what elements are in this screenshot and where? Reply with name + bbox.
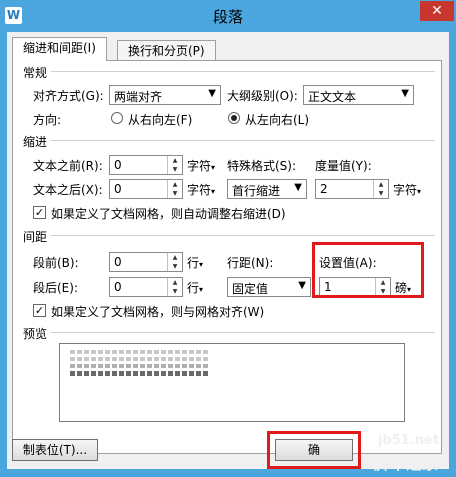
special-format-label: 特殊格式(S): [227, 159, 297, 173]
chevron-down-icon: ▼ [298, 280, 306, 291]
divider [49, 140, 435, 141]
indent-before-input[interactable]: 0 ▲ ▼ [109, 155, 183, 175]
section-general-title: 常规 [23, 64, 52, 81]
indent-after-label: 文本之后(X): [33, 183, 103, 197]
watermark-text: 脚本之家 [374, 454, 439, 473]
measure-label: 度量值(Y): [315, 159, 372, 173]
chevron-down-icon: ▾ [211, 163, 216, 172]
snap-to-grid-checkbox[interactable]: ✓ [33, 304, 46, 317]
spacing-after-label: 段后(E): [33, 281, 78, 295]
indent-before-unit[interactable]: 字符▾ [187, 157, 215, 174]
watermark-site: jb51.net [378, 433, 440, 448]
preview-line [70, 357, 210, 361]
alignment-select[interactable]: 两端对齐 ▼ [109, 85, 221, 105]
preview-area [59, 343, 405, 422]
direction-label: 方向: [33, 113, 62, 127]
tab-stops-button[interactable]: 制表位(T)... [12, 439, 98, 461]
spacing-after-input[interactable]: 0 ▲ ▼ [109, 277, 183, 297]
indent-before-unit-text: 字符 [187, 159, 212, 173]
spacing-before-label: 段前(B): [33, 256, 79, 270]
line-spacing-label: 行距(N): [227, 256, 274, 270]
outline-level-value: 正文文本 [308, 90, 357, 104]
special-format-select[interactable]: 首行缩进 ▼ [227, 179, 307, 199]
spacing-before-unit-text: 行 [187, 256, 200, 270]
divider [49, 235, 435, 236]
special-format-value: 首行缩进 [232, 184, 281, 198]
spinner-arrows-icon[interactable]: ▲ ▼ [167, 180, 182, 198]
line-spacing-select[interactable]: 固定值 ▼ [227, 277, 311, 297]
indent-before-value: 0 [114, 158, 122, 172]
measure-value: 2 [320, 182, 328, 196]
auto-adjust-right-indent-label[interactable]: 如果定义了文档网格，则自动调整右缩进(D) [51, 205, 286, 222]
indent-after-input[interactable]: 0 ▲ ▼ [109, 179, 183, 199]
chevron-down-icon: ▾ [199, 285, 204, 294]
tab-indent-spacing[interactable]: 缩进和间距(I) [12, 37, 107, 61]
direction-rtl-radio[interactable] [111, 112, 123, 124]
alignment-value: 两端对齐 [114, 90, 163, 104]
alignment-label: 对齐方式(G): [33, 89, 104, 103]
direction-rtl-label[interactable]: 从右向左(F) [128, 111, 192, 128]
indent-before-label: 文本之前(R): [33, 159, 103, 173]
section-spacing-title: 间距 [23, 228, 52, 245]
spacing-after-value: 0 [114, 280, 122, 294]
direction-ltr-radio[interactable] [228, 112, 240, 124]
chevron-down-icon: ▾ [417, 187, 422, 196]
indent-after-unit-text: 字符 [187, 183, 212, 197]
indent-after-unit[interactable]: 字符▾ [187, 181, 215, 198]
tab-line-page-breaks[interactable]: 换行和分页(P) [117, 40, 216, 62]
measure-unit[interactable]: 字符▾ [393, 181, 421, 198]
dialog-body: 缩进和间距(I) 换行和分页(P) 常规 对齐方式(G): 两端对齐 ▼ 大纲级… [7, 32, 449, 469]
snap-to-grid-label[interactable]: 如果定义了文档网格，则与网格对齐(W) [51, 303, 264, 320]
section-preview-title: 预览 [23, 325, 52, 342]
tab-panel: 常规 对齐方式(G): 两端对齐 ▼ 大纲级别(O): 正文文本 ▼ 方向: 从… [12, 60, 442, 454]
window-title: 段落 [212, 8, 243, 26]
outline-level-select[interactable]: 正文文本 ▼ [303, 85, 414, 105]
divider [49, 71, 435, 72]
preview-line [70, 364, 210, 368]
direction-ltr-label[interactable]: 从左向右(L) [245, 111, 309, 128]
highlight-box [267, 431, 361, 469]
indent-after-value: 0 [114, 182, 122, 196]
spacing-after-unit[interactable]: 行▾ [187, 279, 203, 296]
chevron-down-icon: ▼ [208, 88, 216, 99]
spinner-arrows-icon[interactable]: ▲ ▼ [167, 156, 182, 174]
spinner-arrows-icon[interactable]: ▲ ▼ [167, 253, 182, 271]
spacing-after-unit-text: 行 [187, 281, 200, 295]
chevron-down-icon: ▼ [401, 88, 409, 99]
outline-level-label: 大纲级别(O): [227, 89, 298, 103]
chevron-down-icon: ▾ [211, 187, 216, 196]
spacing-before-unit[interactable]: 行▾ [187, 254, 203, 271]
spacing-before-input[interactable]: 0 ▲ ▼ [109, 252, 183, 272]
highlight-box [312, 242, 424, 298]
measure-input[interactable]: 2 ▲ ▼ [315, 179, 389, 199]
divider [49, 332, 435, 333]
spacing-before-value: 0 [114, 255, 122, 269]
spinner-arrows-icon[interactable]: ▲ ▼ [167, 278, 182, 296]
section-indent-title: 缩进 [23, 133, 52, 150]
auto-adjust-right-indent-checkbox[interactable]: ✓ [33, 206, 46, 219]
line-spacing-value: 固定值 [232, 282, 269, 296]
measure-unit-text: 字符 [393, 183, 418, 197]
close-button[interactable]: ✕ [420, 1, 454, 21]
chevron-down-icon: ▼ [294, 182, 302, 193]
preview-line [70, 350, 210, 354]
spinner-arrows-icon[interactable]: ▲ ▼ [373, 180, 388, 198]
chevron-down-icon: ▾ [199, 260, 204, 269]
preview-line [70, 371, 210, 376]
